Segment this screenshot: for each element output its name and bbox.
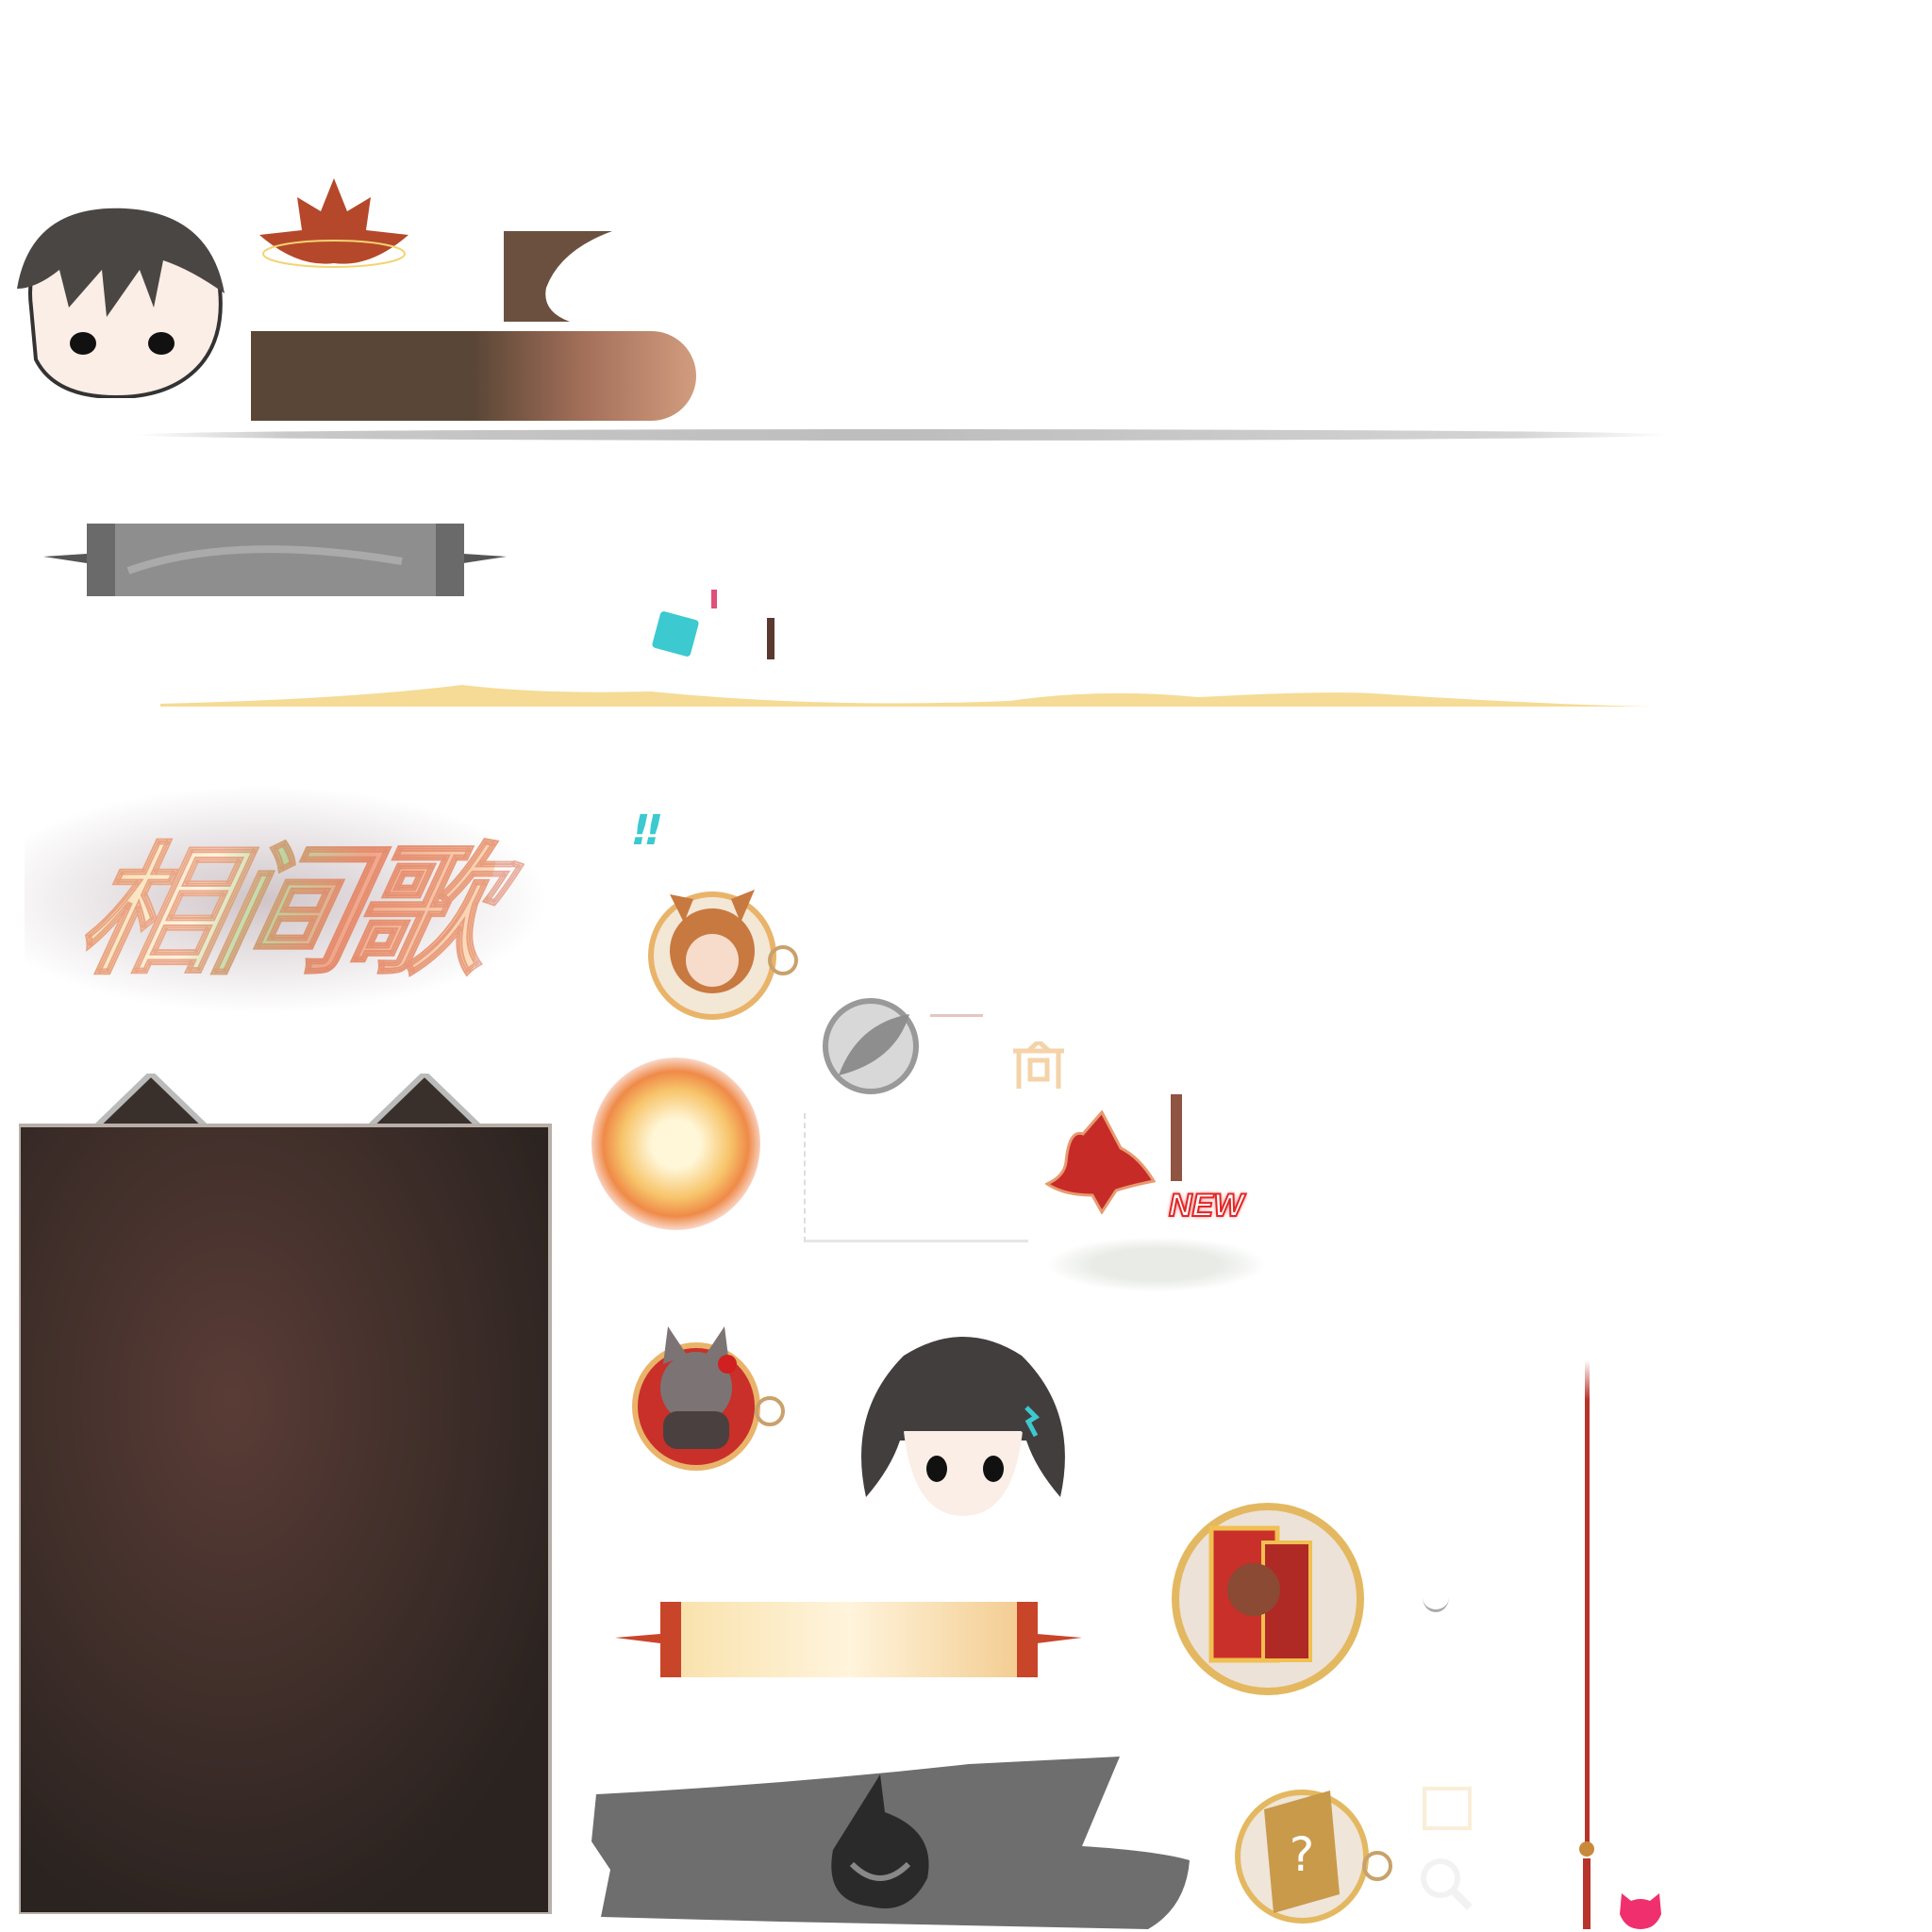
maple-lotus-icon	[258, 174, 410, 284]
new-badge: NEW	[1168, 1187, 1244, 1224]
pink-cat-icon	[1618, 1886, 1663, 1929]
fox-girl-avatar-frame[interactable]	[637, 866, 807, 1022]
mystery-avatar-frame[interactable]: ?	[1226, 1781, 1397, 1924]
gold-wave-divider	[160, 680, 1651, 711]
gray-smudge	[1045, 1237, 1268, 1292]
loading-arc	[1423, 1583, 1449, 1612]
brown-gradient-bar	[251, 331, 696, 421]
red-maple-leaf-icon	[1045, 1110, 1157, 1214]
cyan-card-icon	[651, 610, 700, 658]
game-logo: 相间歌	[25, 785, 550, 1014]
cat-ear-panel	[19, 1074, 559, 1914]
gray-divider-line	[136, 429, 1670, 441]
brown-bar-marker	[1171, 1094, 1182, 1181]
brown-corner-shape	[504, 231, 612, 322]
black-cat-head-icon	[814, 1774, 938, 1917]
thin-divider	[930, 1014, 983, 1017]
tassel-icon	[1577, 1840, 1596, 1929]
exclamation-icon: ‼	[628, 807, 665, 855]
gray-title-banner	[43, 524, 507, 596]
gray-cat-avatar-frame[interactable]	[616, 1317, 789, 1472]
red-tassel-string	[1585, 1360, 1590, 1851]
pink-spark-icon	[711, 590, 717, 608]
logo-title: 相间歌	[64, 797, 509, 1002]
dashed-frame	[804, 1113, 1028, 1242]
gate-icon	[1011, 1041, 1066, 1089]
gold-title-banner	[615, 1602, 1082, 1679]
sun-glow-orb	[591, 1058, 760, 1230]
faint-gate-icon	[1423, 1787, 1472, 1830]
gray-leaf-badge	[820, 995, 922, 1097]
svg-text:?: ?	[1290, 1827, 1315, 1882]
card-avatar-frame[interactable]	[1169, 1500, 1373, 1707]
boy-avatar-head	[12, 204, 229, 398]
girl-avatar-head	[847, 1327, 1079, 1524]
faint-search-icon	[1417, 1855, 1474, 1911]
dark-bracket-icon	[756, 618, 774, 659]
